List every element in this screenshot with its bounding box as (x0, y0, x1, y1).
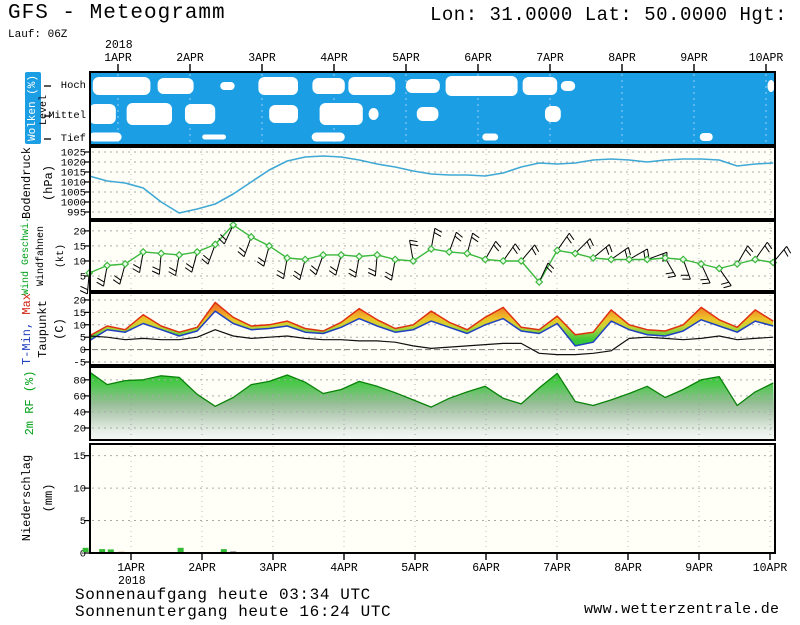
temp-ytick: 15 (73, 308, 86, 320)
precip-panel: 051015 (73, 444, 775, 561)
temp-ytick: -5 (73, 358, 86, 370)
date-label-top: 7APR (536, 52, 564, 65)
cloud-blob (185, 104, 215, 124)
wind-ytick: 20 (73, 226, 86, 238)
sunrise-text: Sonnenaufgang heute 03:34 UTC (75, 586, 371, 604)
cloud-blob (446, 76, 518, 96)
rh-panel: 20 40 60 80 (73, 367, 775, 440)
date-label-top: 2APR (176, 52, 204, 65)
temp-ytick: 20 (73, 295, 86, 307)
precip-ytick: 15 (73, 451, 86, 463)
precip-bar (230, 551, 236, 552)
date-label-top: 8APR (608, 52, 636, 65)
cloud-blob (320, 103, 363, 125)
wind-ytick: 5 (80, 271, 86, 283)
cloud-blob (417, 107, 439, 121)
cloud-blob (369, 108, 379, 120)
precip-bar (99, 549, 105, 552)
cloud-blob (269, 105, 298, 123)
year-label-top: 2018 (105, 39, 133, 52)
date-label-top: 6APR (464, 52, 492, 65)
cloud-blob (158, 78, 194, 94)
cloud-blob (93, 77, 151, 95)
precip-bar (83, 548, 89, 552)
clouds-panel (44, 72, 775, 145)
cloud-blob (220, 82, 234, 90)
cloud-blob (127, 103, 172, 125)
temp-panel: -505101520 (73, 293, 775, 370)
meteogram-chart: 9951000100510101015102010255101520-50510… (0, 0, 800, 625)
cloud-blob (700, 133, 713, 141)
date-label-bottom: 2APR (188, 562, 216, 575)
cloud-blob (545, 106, 561, 122)
cloud-blob (89, 133, 121, 142)
precip-bar (108, 549, 114, 552)
page-title: GFS - Meteogramm (8, 2, 226, 25)
date-axis-bottom: 1APR 2APR 3APR 4APR 5APR 6APR 7APR 8APR 9APR 10AP… (117, 554, 787, 588)
cloud-blob (561, 81, 575, 91)
rh-ytick: 60 (73, 391, 86, 403)
pressure-panel: 995100010051010101510201025 (61, 147, 775, 220)
precip-unit-label: (mm) (41, 428, 57, 568)
cloud-blob (767, 80, 774, 92)
wind-panel: 5 10 15 20 (73, 221, 790, 294)
cloud-blob (202, 135, 226, 140)
wind-ytick: 10 (73, 256, 86, 268)
cloud-blob (89, 104, 116, 124)
pressure-ytick: 1025 (61, 148, 86, 160)
date-label-bottom: 1APR (117, 562, 145, 575)
precip-bar (178, 548, 184, 552)
date-label-top: 3APR (248, 52, 276, 65)
rh-ytick: 80 (73, 375, 86, 387)
wind-ytick: 15 (73, 241, 86, 253)
precip-ytick: 5 (80, 516, 86, 528)
cloud-blob (348, 77, 395, 95)
temp-ytick: 0 (80, 345, 86, 357)
date-label-top: 1APR (104, 52, 132, 65)
rh-ytick: 40 (73, 407, 86, 419)
date-label-bottom: 7APR (543, 562, 571, 575)
date-label-bottom: 6APR (472, 562, 500, 575)
date-axis-top: 1APR 2APR 3APR 4APR 5APR 6APR 7APR 8APR 9APR 10AP… (104, 39, 783, 71)
cloud-blob (312, 133, 345, 142)
cloud-blob (523, 77, 558, 95)
precip-panel-label: Niederschlag (19, 428, 35, 568)
cloud-blob (258, 77, 298, 95)
cloud-blob (312, 78, 344, 94)
temp-ytick: 5 (80, 333, 86, 345)
temp-unit-label: (C) (52, 259, 68, 399)
date-label-bottom: 8APR (614, 562, 642, 575)
date-label-bottom: 10APR (753, 562, 788, 575)
temp-ytick: 10 (73, 320, 86, 332)
date-label-bottom: 9APR (685, 562, 713, 575)
cloud-blob (482, 134, 498, 141)
precip-ytick: 10 (73, 484, 86, 496)
header-coordinates: Lon: 31.0000 Lat: 50.0000 Hgt: 1 (430, 4, 800, 26)
date-label-bottom: 4APR (330, 562, 358, 575)
precip-bar (221, 549, 227, 552)
meteogram-page: 9951000100510101015102010255101520-50510… (0, 0, 800, 625)
date-label-top: 4APR (320, 52, 348, 65)
date-label-bottom: 3APR (259, 562, 287, 575)
date-label-top: 9APR (680, 52, 708, 65)
cloud-blob (406, 79, 440, 93)
website-text: www.wetterzentrale.de (584, 601, 779, 618)
sunset-text: Sonnenuntergang heute 16:24 UTC (75, 603, 391, 621)
date-label-top: 10APR (749, 52, 784, 65)
date-label-bottom: 5APR (401, 562, 429, 575)
cloud-level-hoch: Hoch (46, 79, 86, 93)
rh-ytick: 20 (73, 423, 86, 435)
date-label-top: 5APR (392, 52, 420, 65)
